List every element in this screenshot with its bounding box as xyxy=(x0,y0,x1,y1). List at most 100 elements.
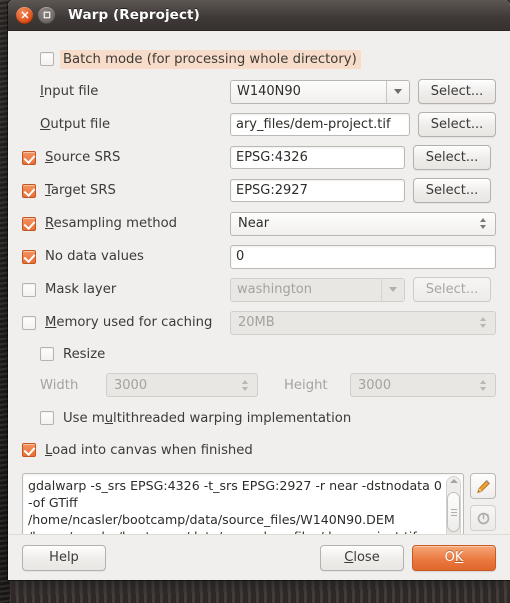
row-resize: Resize xyxy=(22,339,496,369)
row-input-file: Input file W140N90 Select... xyxy=(22,75,496,108)
resampling-method-label: Resampling method xyxy=(45,216,178,231)
title-bar: Warp (Reproject) xyxy=(8,0,510,31)
memory-caching-value: 20MB xyxy=(238,315,275,330)
memory-caching-label: Memory used for caching xyxy=(45,315,213,330)
resampling-method-checkbox[interactable]: Resampling method xyxy=(22,216,177,231)
row-memory-caching: Memory used for caching 20MB xyxy=(22,306,496,339)
load-into-canvas-checkbox[interactable]: Load into canvas when finished xyxy=(22,443,253,458)
mask-layer-select-button: Select... xyxy=(413,277,491,302)
mask-layer-combo: washington xyxy=(230,277,405,302)
chevron-down-icon-mask xyxy=(381,278,404,301)
no-data-values-label: No data values xyxy=(45,249,144,264)
checkbox-icon-no-data-values[interactable] xyxy=(22,249,36,264)
batch-mode-label: Batch mode (for processing whole directo… xyxy=(60,49,361,69)
grip-icon xyxy=(450,507,457,518)
mask-layer-checkbox[interactable]: Mask layer xyxy=(22,282,116,297)
checkbox-icon-source-srs[interactable] xyxy=(22,150,36,165)
checkbox-icon-multithreaded[interactable] xyxy=(40,411,54,425)
load-into-canvas-label: Load into canvas when finished xyxy=(45,442,253,458)
spinner-icon-height xyxy=(475,374,495,396)
height-value: 3000 xyxy=(358,377,392,393)
target-srs-checkbox[interactable]: Target SRS xyxy=(22,183,116,198)
row-output-file: Output file ary_files/dem-project.tif Se… xyxy=(22,108,496,141)
row-target-srs: Target SRS EPSG:2927 Select... xyxy=(22,174,496,207)
checkbox-icon-memory-caching[interactable] xyxy=(22,315,36,330)
spinner-icon-width xyxy=(237,374,257,396)
memory-caching-controls: 20MB xyxy=(230,310,496,335)
no-data-values-checkbox[interactable]: No data values xyxy=(22,249,144,264)
target-srs-label: Target SRS xyxy=(45,183,116,198)
output-file-controls: ary_files/dem-project.tif Select... xyxy=(230,112,496,137)
spinner-icon-memory xyxy=(475,312,495,334)
refresh-icon xyxy=(477,512,489,524)
checkbox-icon-load-into-canvas[interactable] xyxy=(22,443,36,457)
batch-mode-checkbox[interactable]: Batch mode (for processing whole directo… xyxy=(22,49,361,69)
output-file-label: Output file xyxy=(40,117,111,132)
row-resampling-method: Resampling method Near xyxy=(22,207,496,240)
source-srs-label-col: Source SRS xyxy=(22,150,230,165)
mask-layer-label-col: Mask layer xyxy=(22,282,230,297)
checkbox-icon-target-srs[interactable] xyxy=(22,183,36,198)
input-file-select-button[interactable]: Select... xyxy=(418,79,496,104)
output-file-input[interactable]: ary_files/dem-project.tif xyxy=(230,113,410,136)
height-spinbox: 3000 xyxy=(350,373,496,397)
target-srs-label-col: Target SRS xyxy=(22,183,230,198)
spinner-icon-resampling[interactable] xyxy=(475,213,495,235)
target-srs-select-button[interactable]: Select... xyxy=(413,178,491,203)
resampling-method-select[interactable]: Near xyxy=(230,211,496,236)
input-file-label: Input file xyxy=(40,84,99,99)
command-side-buttons xyxy=(470,473,496,531)
pencil-icon xyxy=(476,479,490,493)
close-icon[interactable] xyxy=(16,6,33,24)
mask-layer-value: washington xyxy=(237,282,313,297)
scroll-up-icon[interactable] xyxy=(449,479,458,483)
mask-layer-controls: washington Select... xyxy=(230,277,496,302)
width-label: Width xyxy=(40,377,79,393)
maximize-icon[interactable] xyxy=(38,6,55,24)
input-file-controls: W140N90 Select... xyxy=(230,79,496,104)
edit-command-button[interactable] xyxy=(470,473,496,499)
warp-dialog-window: Warp (Reproject) Batch mode (for process… xyxy=(8,0,510,580)
output-file-label-col: Output file xyxy=(22,117,230,132)
resize-checkbox[interactable]: Resize xyxy=(22,347,105,362)
multithreaded-checkbox[interactable]: Use multithreaded warping implementation xyxy=(22,411,351,426)
input-file-combo[interactable]: W140N90 xyxy=(230,79,410,104)
memory-caching-spinbox: 20MB xyxy=(230,310,496,335)
no-data-label-col: No data values xyxy=(22,249,230,264)
height-label: Height xyxy=(284,377,328,393)
resize-label: Resize xyxy=(63,346,106,362)
chevron-down-icon[interactable] xyxy=(386,80,409,103)
checkbox-icon-resampling-method[interactable] xyxy=(22,216,36,231)
source-srs-select-button[interactable]: Select... xyxy=(413,145,491,170)
width-spinbox: 3000 xyxy=(106,373,258,397)
resampling-controls: Near xyxy=(230,211,496,236)
row-width-height: Width 3000 Height 3000 xyxy=(22,369,496,401)
source-srs-checkbox[interactable]: Source SRS xyxy=(22,150,120,165)
row-source-srs: Source SRS EPSG:4326 Select... xyxy=(22,141,496,174)
target-srs-controls: EPSG:2927 Select... xyxy=(230,178,496,203)
memory-caching-label-col: Memory used for caching xyxy=(22,315,230,330)
no-data-values-input[interactable]: 0 xyxy=(230,244,496,269)
output-file-select-button[interactable]: Select... xyxy=(418,112,496,137)
close-button[interactable]: Close xyxy=(320,544,404,571)
row-multithreaded: Use multithreaded warping implementation xyxy=(22,401,496,435)
dialog-body: Batch mode (for processing whole directo… xyxy=(8,31,510,580)
checkbox-icon-mask-layer[interactable] xyxy=(22,282,36,297)
window-controls xyxy=(16,6,55,24)
input-file-value: W140N90 xyxy=(237,84,301,99)
row-load-into-canvas: Load into canvas when finished xyxy=(22,435,496,465)
no-data-controls: 0 xyxy=(230,244,496,269)
help-button[interactable]: Help xyxy=(22,544,106,571)
checkbox-icon-resize[interactable] xyxy=(40,347,54,361)
input-file-label-col: Input file xyxy=(22,84,230,99)
source-srs-input[interactable]: EPSG:4326 xyxy=(230,146,405,169)
width-value: 3000 xyxy=(114,377,148,393)
row-batch-mode: Batch mode (for processing whole directo… xyxy=(22,43,496,75)
memory-caching-checkbox[interactable]: Memory used for caching xyxy=(22,315,212,330)
ok-button[interactable]: OK xyxy=(412,544,496,571)
target-srs-input[interactable]: EPSG:2927 xyxy=(230,179,405,202)
source-srs-label: Source SRS xyxy=(45,150,121,165)
scrollbar-thumb[interactable] xyxy=(447,492,460,532)
checkbox-icon-batch-mode[interactable] xyxy=(40,52,54,66)
resampling-label-col: Resampling method xyxy=(22,216,230,231)
